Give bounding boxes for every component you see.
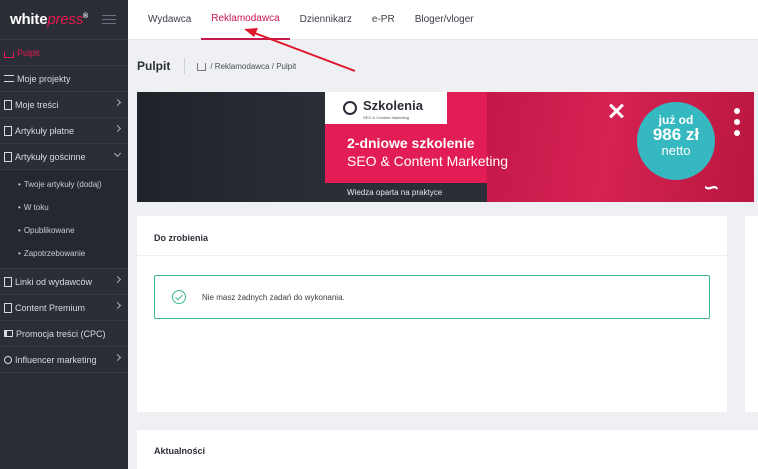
lightbulb-icon xyxy=(343,101,357,115)
megaphone-icon xyxy=(4,330,13,337)
chevron-right-icon xyxy=(113,353,122,362)
card-title: Aktualności xyxy=(154,446,206,456)
price-badge: już od 986 zł netto xyxy=(637,102,715,180)
page-title: Pulpit xyxy=(137,59,171,73)
dots-icon xyxy=(734,108,740,141)
banner-logo-subtitle: SEO & Content Marketing xyxy=(363,114,410,120)
notice-text: Nie masz żadnych zadań do wykonania. xyxy=(202,292,345,302)
sidebar-item-content-premium[interactable]: Content Premium xyxy=(0,295,128,321)
wave-icon: ∽ xyxy=(703,177,720,199)
promo-banner[interactable]: Szkolenia SEO & Content Marketing 2-dnio… xyxy=(137,92,754,202)
tab-bloger-vloger[interactable]: Bloger/vloger xyxy=(405,0,484,40)
home-icon[interactable] xyxy=(197,63,207,71)
sidebar-item-label: Influencer marketing xyxy=(15,354,97,365)
sidebar-item-influencer-marketing[interactable]: Influencer marketing xyxy=(0,347,128,373)
document-icon xyxy=(4,276,12,287)
sidebar-submenu: Twoje artykuły (dodaj) W toku Opublikowa… xyxy=(0,170,128,269)
sidebar-item-moje-projekty[interactable]: Moje projekty xyxy=(0,66,128,92)
document-icon xyxy=(4,151,12,162)
sidebar-item-label: Content Premium xyxy=(15,302,86,313)
sidebar: whitepress® Pulpit Moje projekty Moje tr… xyxy=(0,0,128,469)
sidebar-subitem[interactable]: Opublikowane xyxy=(0,219,128,242)
chevron-right-icon xyxy=(113,301,122,310)
chevron-right-icon xyxy=(113,124,122,133)
sidebar-item-artykuly-platne[interactable]: Artykuły płatne xyxy=(0,118,128,144)
sidebar-item-artykuly-goscinne[interactable]: Artykuły gościnne xyxy=(0,144,128,170)
breadcrumb: / Reklamodawca / Pulpit xyxy=(197,62,296,71)
chevron-down-icon xyxy=(113,149,122,158)
sidebar-item-label: Linki od wydawców xyxy=(15,276,93,287)
page-header: Pulpit / Reklamodawca / Pulpit xyxy=(128,40,758,92)
sidebar-item-label: Moje projekty xyxy=(17,73,71,84)
tab-wydawca[interactable]: Wydawca xyxy=(138,0,201,40)
todo-card: Do zrobienia Nie masz żadnych zadań do w… xyxy=(137,216,727,412)
card-title: Do zrobienia xyxy=(154,233,209,243)
sidebar-subitem[interactable]: W toku xyxy=(0,196,128,219)
check-circle-icon xyxy=(172,290,186,304)
banner-logo: Szkolenia SEO & Content Marketing xyxy=(325,92,447,124)
sidebar-item-label: Artykuły gościnne xyxy=(15,151,86,162)
whitepress-logo[interactable]: whitepress® xyxy=(10,11,88,28)
sidebar-item-label: Promocja treści (CPC) xyxy=(16,328,106,339)
side-card xyxy=(745,216,758,412)
chevron-right-icon xyxy=(113,275,122,284)
document-icon xyxy=(4,125,12,136)
edit-icon xyxy=(4,99,12,110)
sidebar-item-linki-od-wydawcow[interactable]: Linki od wydawców xyxy=(0,269,128,295)
banner-subline: SEO & Content Marketing xyxy=(347,153,509,169)
banner-logo-title: Szkolenia xyxy=(363,97,423,113)
news-card: Aktualności xyxy=(137,430,758,469)
logo-bar: whitepress® xyxy=(0,0,128,40)
banner-headline: 2-dniowe szkolenie xyxy=(347,135,475,151)
list-icon xyxy=(4,75,14,82)
tab-e-pr[interactable]: e-PR xyxy=(362,0,405,40)
empty-tasks-notice: Nie masz żadnych zadań do wykonania. xyxy=(154,275,710,319)
edit-icon xyxy=(4,302,12,313)
tab-reklamodawca[interactable]: Reklamodawca xyxy=(201,0,290,40)
sidebar-item-pulpit[interactable]: Pulpit xyxy=(0,40,128,66)
menu-toggle-icon[interactable] xyxy=(102,14,116,25)
sidebar-subitem[interactable]: Zapotrzebowanie xyxy=(0,242,128,265)
people-icon xyxy=(4,355,12,364)
header-divider xyxy=(184,58,186,74)
breadcrumb-item: Pulpit xyxy=(276,61,297,71)
sidebar-item-moje-tresci[interactable]: Moje treści xyxy=(0,92,128,118)
banner-footer: Wiedza oparta na praktyce xyxy=(325,183,487,202)
close-icon xyxy=(607,102,625,120)
chevron-right-icon xyxy=(113,98,122,107)
tab-dziennikarz[interactable]: Dziennikarz xyxy=(290,0,362,40)
sidebar-item-label: Pulpit xyxy=(17,47,40,58)
top-nav: Wydawca Reklamodawca Dziennikarz e-PR Bl… xyxy=(128,0,758,40)
sidebar-item-label: Artykuły płatne xyxy=(15,125,75,136)
breadcrumb-item[interactable]: Reklamodawca xyxy=(215,62,270,71)
sidebar-subitem[interactable]: Twoje artykuły (dodaj) xyxy=(0,173,128,196)
home-icon xyxy=(4,51,14,58)
sidebar-item-label: Moje treści xyxy=(15,99,59,110)
sidebar-item-promocja-tresci[interactable]: Promocja treści (CPC) xyxy=(0,321,128,347)
